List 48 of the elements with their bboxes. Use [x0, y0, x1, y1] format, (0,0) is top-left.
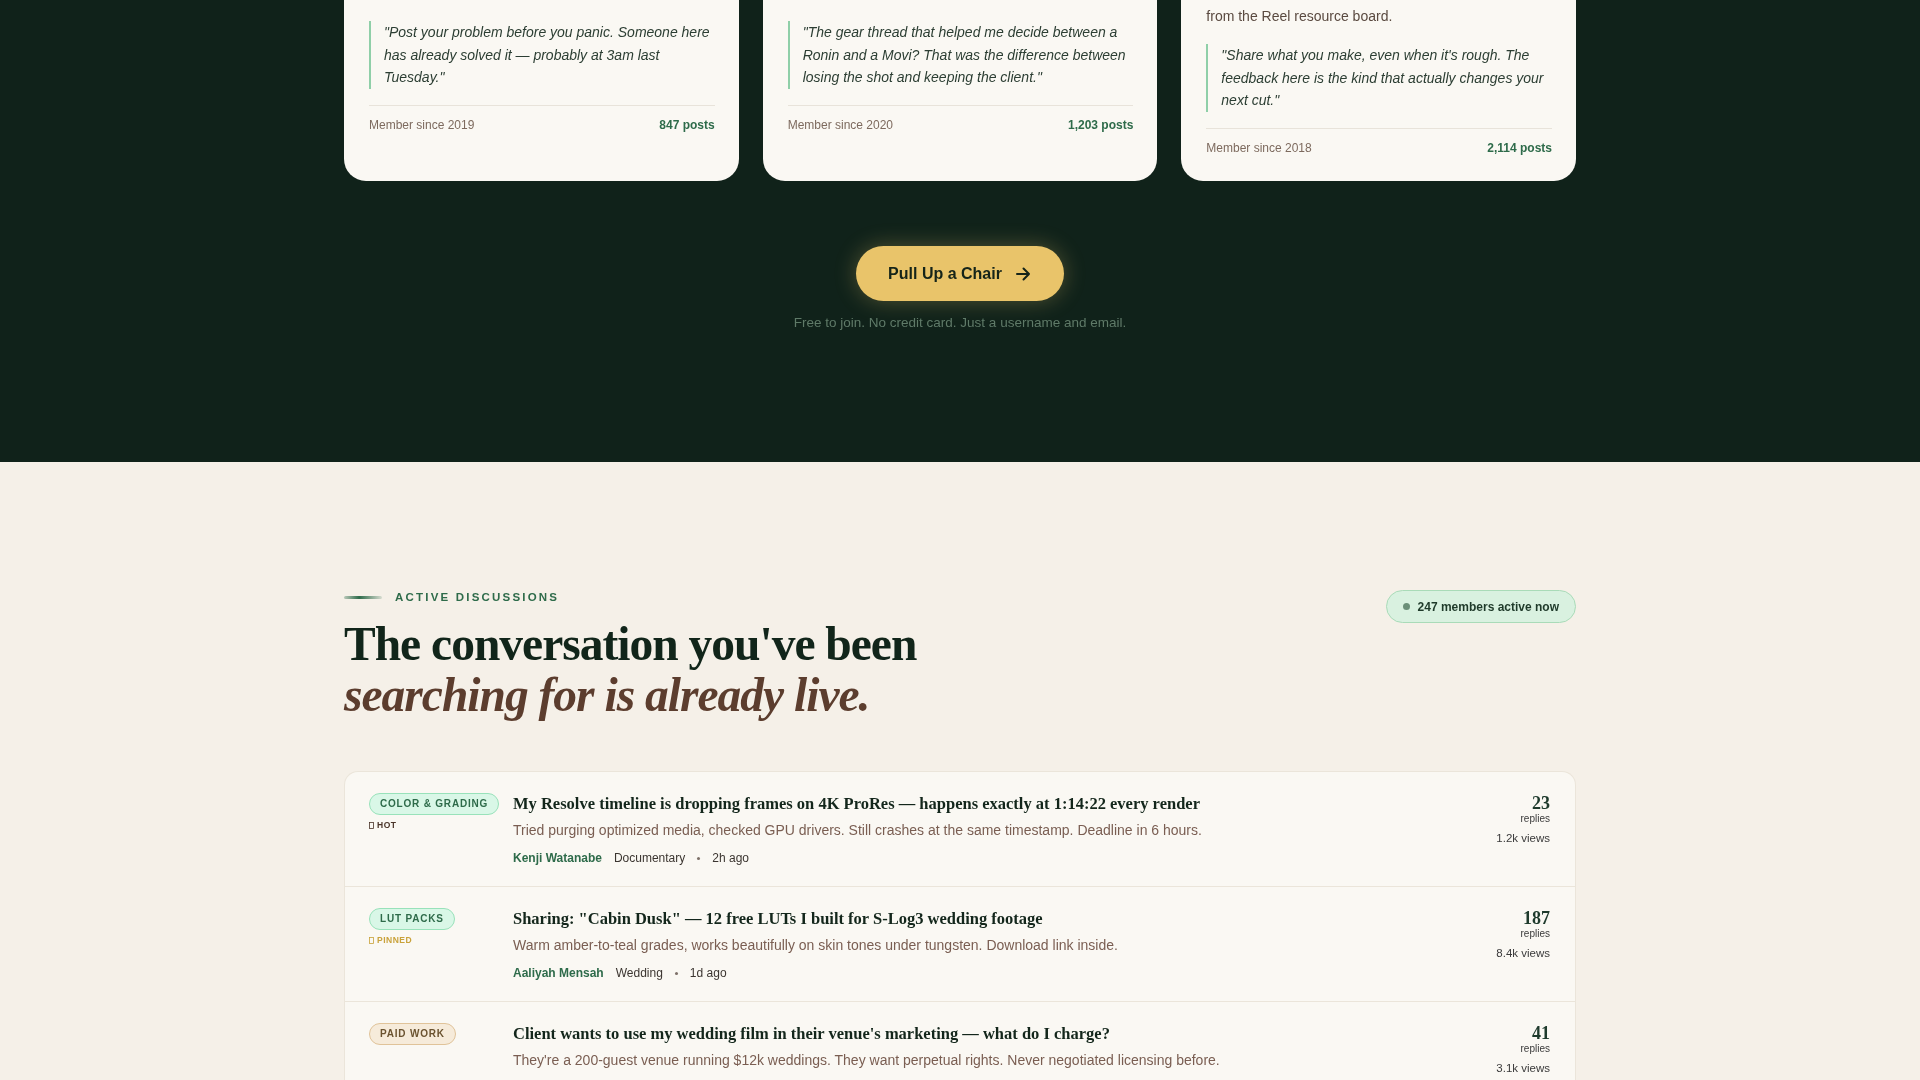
author-specialty: Wedding — [615, 965, 663, 981]
separator-dot-icon — [697, 856, 701, 860]
arrow-right-icon — [1015, 266, 1031, 281]
replies-label: replies — [1519, 1043, 1550, 1055]
flag-label: HOT — [377, 820, 397, 830]
replies-label: replies — [1519, 928, 1550, 940]
post-count: 1,203 posts — [1067, 118, 1134, 134]
join-note: Free to join. No credit card. Just a username and email. — [793, 315, 1127, 332]
post-count: 847 posts — [659, 118, 715, 134]
view-count: 3.1k views — [1496, 1061, 1550, 1075]
replies-label: replies — [1519, 813, 1550, 825]
flag-label: PINNED — [377, 935, 413, 945]
thread-excerpt: Warm amber-to-teal grades, works beautifully on skin tones under tungsten. Download link inside. — [513, 936, 1119, 955]
accent-rule — [344, 595, 382, 599]
thread-title[interactable]: Sharing: "Cabin Dusk" — 12 free LUTs I built for S-Log3 wedding footage — [513, 908, 1493, 930]
active-members-count: 247 members active now — [1417, 599, 1559, 614]
thread-excerpt: They're a 200-guest venue running $12k weddings. They want perpetual rights. Never negotiated licensing before. — [513, 1051, 1221, 1070]
post-count: 2,114 posts — [1487, 141, 1552, 157]
author-specialty: Documentary — [613, 850, 686, 866]
separator-dot-icon — [674, 971, 678, 975]
thread-title[interactable]: My Resolve timeline is dropping frames on 4K ProRes — happens exactly at 1:14:22 every render — [513, 793, 1493, 815]
section-heading: The conversation you've been searching for is already live. — [344, 619, 917, 721]
reply-count: 187 — [1522, 908, 1550, 928]
view-count: 1.2k views — [1496, 831, 1550, 845]
view-count: 8.4k views — [1496, 946, 1550, 960]
testimonial-quote: "The gear thread that helped me decide between a Ronin and a Movi? That was the difference between losing the shot and keeping the client." — [787, 21, 1134, 90]
testimonial-quote: "Share what you make, even when it's rough. The feedback here is the kind that actually changes your next cut." — [1206, 44, 1552, 113]
category-tag[interactable]: COLOR & GRADING — [369, 793, 500, 815]
category-tag[interactable]: PAID WORK — [369, 1023, 456, 1045]
join-button[interactable]: Pull Up a Chair — [856, 246, 1064, 302]
author-link[interactable]: Kenji Watanabe — [513, 850, 602, 866]
empty-box-icon — [369, 821, 374, 829]
section-eyebrow: ACTIVE DISCUSSIONS — [395, 590, 560, 605]
status-dot-icon — [1402, 603, 1410, 610]
reply-count: 23 — [1531, 793, 1550, 813]
reply-count: 41 — [1531, 1023, 1550, 1043]
testimonial-quote: "Post your problem before you panic. Someone here has already solved it — probably at 3am last Tuesday." — [369, 21, 715, 90]
category-tag[interactable]: LUT PACKS — [369, 908, 455, 930]
thread-excerpt: Tried purging optimized media, checked GPU drivers. Still crashes at the same timestamp. Deadline in 6 hours. — [513, 821, 1203, 840]
empty-box-icon — [369, 936, 374, 944]
thread-title[interactable]: Client wants to use my wedding film in their venue's marketing — what do I charge? — [513, 1023, 1493, 1045]
post-time: 2h ago — [712, 850, 749, 866]
member-since: Member since 2020 — [787, 118, 894, 134]
member-since: Member since 2019 — [369, 118, 475, 134]
card-text: from the Reel resource board. — [1206, 7, 1394, 26]
member-since: Member since 2018 — [1206, 141, 1312, 157]
author-link[interactable]: Aaliyah Mensah — [513, 965, 604, 981]
post-time: 1d ago — [689, 965, 727, 981]
